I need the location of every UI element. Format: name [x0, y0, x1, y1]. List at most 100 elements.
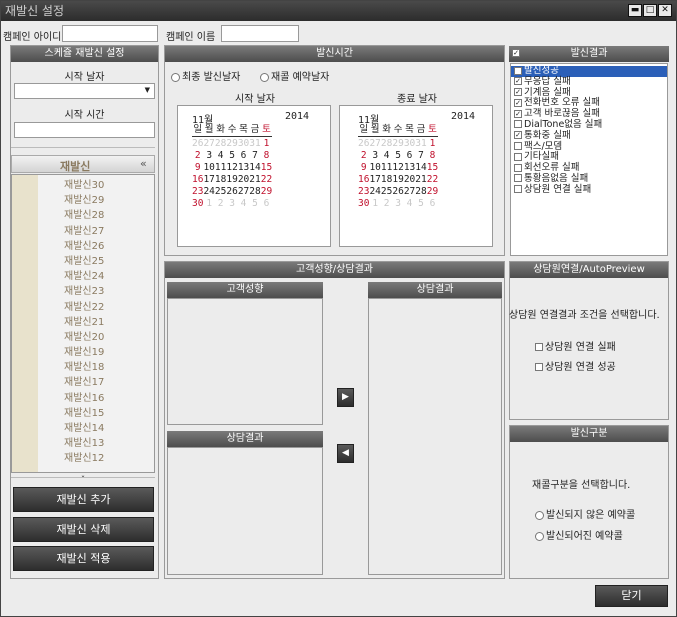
checkbox-icon[interactable]	[514, 142, 522, 151]
calendar-day[interactable]: 21	[249, 173, 260, 185]
close-button[interactable]: 닫기	[595, 585, 668, 607]
start-date-dropdown[interactable]: ▼	[14, 83, 155, 99]
calendar-day[interactable]: 13	[404, 161, 415, 173]
calendar-day[interactable]: 25	[381, 185, 392, 197]
redial-list-item[interactable]: 재발신21	[38, 315, 154, 330]
checkbox-icon[interactable]	[514, 120, 522, 129]
calendar-day[interactable]: 2	[358, 149, 369, 161]
calendar-day[interactable]: 10	[369, 161, 380, 173]
calendar-day[interactable]: 3	[369, 149, 380, 161]
redial-list-item[interactable]: 재발신25	[38, 254, 154, 269]
calendar-day[interactable]: 24	[203, 185, 214, 197]
calendar-day[interactable]: 30	[192, 197, 203, 209]
checkbox-icon[interactable]	[514, 66, 522, 75]
calendar-day[interactable]: 27	[404, 185, 415, 197]
calendar-day[interactable]: 6	[427, 197, 438, 209]
redial-list-item[interactable]: 재발신24	[38, 269, 154, 284]
close-window-button[interactable]: ✕	[658, 4, 672, 17]
redial-list-item[interactable]: 재발신13	[38, 436, 154, 451]
calendar-day[interactable]: 30	[238, 137, 249, 150]
calendar-day[interactable]: 3	[203, 149, 214, 161]
cal-start-grid[interactable]: 일 월 화 수 목 금 토 26 27 28 29 30 31 1 2 3 4 5 6 7 8 9 10 11 12 13 14 15…	[192, 124, 273, 209]
redial-list-item[interactable]: 재발신15	[38, 406, 154, 421]
calendar-day[interactable]: 27	[369, 137, 380, 150]
calendar-day[interactable]: 15	[261, 161, 272, 173]
recall-reserve-date-radio[interactable]: 재콜 예약날자	[260, 68, 329, 83]
calendar-day[interactable]: 11	[215, 161, 226, 173]
consult-result-right-list[interactable]	[368, 298, 502, 575]
calendar-day[interactable]: 29	[427, 185, 438, 197]
redial-list-item[interactable]: 재발신19	[38, 345, 154, 360]
calendar-day[interactable]: 31	[415, 137, 426, 150]
end-date-calendar[interactable]: 11월 2014 일 월 화 수 목 금 토 26 27 28 29 30 31 1 2 3 4 5 6 7 8 9 10 1…	[339, 105, 493, 247]
checkbox-icon[interactable]: ✓	[514, 109, 522, 118]
redial-list-item[interactable]: 재발신23	[38, 284, 154, 299]
consult-result-left-list[interactable]	[167, 447, 323, 575]
agent-success-checkbox[interactable]: 상담원 연결 성공	[535, 358, 616, 373]
redial-list-item[interactable]: 재발신14	[38, 421, 154, 436]
redial-list-item[interactable]: 재발신22	[38, 300, 154, 315]
checkbox-icon[interactable]	[514, 174, 522, 183]
delete-redial-button[interactable]: 재발신 삭제	[13, 517, 154, 542]
calendar-day[interactable]: 29	[226, 137, 237, 150]
checkbox-icon[interactable]	[514, 163, 522, 172]
calendar-day[interactable]: 6	[404, 149, 415, 161]
redial-list-item[interactable]: 재발신17	[38, 375, 154, 390]
calendar-day[interactable]: 31	[249, 137, 260, 150]
calendar-day[interactable]: 7	[415, 149, 426, 161]
redial-group-header[interactable]: 재발신 «	[11, 155, 155, 173]
calendar-day[interactable]: 28	[415, 185, 426, 197]
calendar-day[interactable]: 5	[415, 197, 426, 209]
calendar-day[interactable]: 28	[249, 185, 260, 197]
calendar-day[interactable]: 4	[404, 197, 415, 209]
calendar-day[interactable]: 19	[226, 173, 237, 185]
unsent-reserved-radio[interactable]: 발신되지 않은 예약콜	[535, 506, 635, 521]
calendar-day[interactable]: 3	[226, 197, 237, 209]
calendar-day[interactable]: 30	[358, 197, 369, 209]
calendar-day[interactable]: 29	[261, 185, 272, 197]
calendar-day[interactable]: 24	[369, 185, 380, 197]
maximize-button[interactable]: □	[643, 4, 657, 17]
title-bar[interactable]: 재발신 설정 ▬ □ ✕	[1, 1, 676, 21]
checkbox-icon[interactable]	[514, 152, 522, 161]
sent-reserved-radio[interactable]: 발신되어진 예약콜	[535, 527, 623, 542]
start-time-input[interactable]	[14, 122, 155, 138]
tendency-list[interactable]	[167, 298, 323, 425]
calendar-day[interactable]: 1	[369, 197, 380, 209]
calendar-day[interactable]: 18	[215, 173, 226, 185]
calendar-day[interactable]: 19	[392, 173, 403, 185]
cal-end-grid[interactable]: 일 월 화 수 목 금 토 26 27 28 29 30 31 1 2 3 4 5 6 7 8 9 10 11 12 13 14 15…	[358, 124, 439, 209]
move-right-button[interactable]: ▶	[337, 388, 354, 407]
redial-list-item[interactable]: 재발신28	[38, 208, 154, 223]
calendar-day[interactable]: 25	[215, 185, 226, 197]
campaign-id-input[interactable]	[62, 25, 158, 42]
calendar-day[interactable]: 30	[404, 137, 415, 150]
calendar-day[interactable]: 9	[192, 161, 203, 173]
calendar-day[interactable]: 12	[392, 161, 403, 173]
result-list[interactable]: 발신성공 ✓ 무응답 실패 ✓ 기계음 실패 ✓ 전화번호 오류 실패 ✓ 고객 바로끊음 실패…	[510, 63, 668, 256]
campaign-name-input[interactable]	[221, 25, 299, 42]
calendar-day[interactable]: 3	[392, 197, 403, 209]
calendar-day[interactable]: 29	[392, 137, 403, 150]
calendar-day[interactable]: 2	[381, 197, 392, 209]
calendar-day[interactable]: 26	[226, 185, 237, 197]
calendar-day[interactable]: 10	[203, 161, 214, 173]
calendar-day[interactable]: 11	[381, 161, 392, 173]
redial-list-item[interactable]: 재발신29	[38, 193, 154, 208]
calendar-day[interactable]: 20	[238, 173, 249, 185]
calendar-day[interactable]: 21	[415, 173, 426, 185]
checkbox-icon[interactable]: ✓	[514, 131, 522, 140]
calendar-day[interactable]: 7	[249, 149, 260, 161]
redial-list-item[interactable]: 재발신20	[38, 330, 154, 345]
calendar-day[interactable]: 12	[226, 161, 237, 173]
redial-scroll-up-arrow[interactable]	[11, 147, 155, 152]
calendar-day[interactable]: 6	[261, 197, 272, 209]
calendar-day[interactable]: 16	[192, 173, 203, 185]
redial-list-item[interactable]: 재발신16	[38, 391, 154, 406]
calendar-day[interactable]: 26	[358, 137, 369, 150]
redial-list-item[interactable]: 재발신12	[38, 451, 154, 466]
calendar-day[interactable]: 22	[427, 173, 438, 185]
calendar-day[interactable]: 5	[392, 149, 403, 161]
calendar-day[interactable]: 14	[415, 161, 426, 173]
calendar-day[interactable]: 14	[249, 161, 260, 173]
